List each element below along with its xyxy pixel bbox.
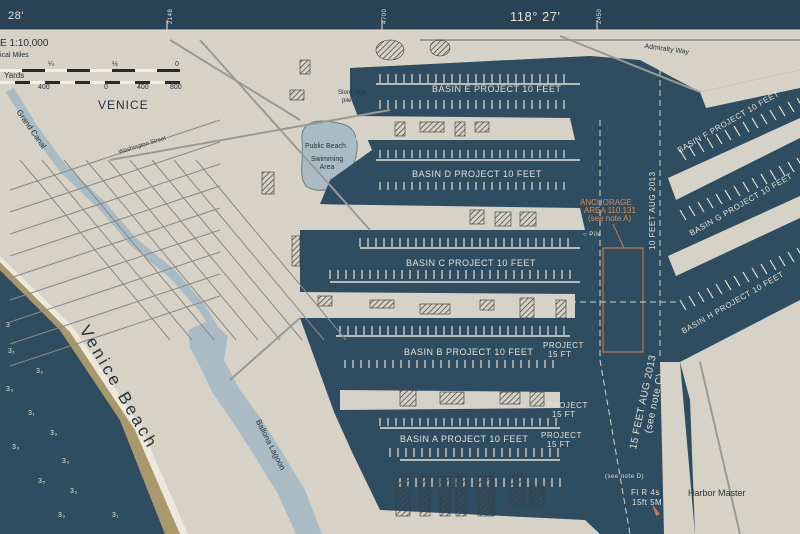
basin-e-label: BASIN E PROJECT 10 FEET — [432, 84, 562, 94]
scale-bar-segment — [135, 69, 157, 72]
building — [499, 391, 521, 405]
chart-canvas — [0, 0, 800, 534]
longitude-left-label: 28' — [8, 10, 24, 22]
scale-bar-segment — [0, 81, 15, 84]
building — [469, 209, 485, 225]
scale-bar-segment — [45, 69, 67, 72]
sounding: 3₃ — [12, 444, 20, 451]
building — [399, 389, 417, 407]
sounding: 3₁ — [8, 348, 16, 355]
building — [474, 121, 490, 133]
building — [439, 475, 451, 517]
nautical-chart: 28' 118° 27' 2148 4700 2450 E 1:10,000 i… — [0, 0, 800, 534]
building — [519, 297, 535, 319]
scale-bar-segment — [120, 81, 135, 84]
scale-bar-segment — [60, 81, 75, 84]
scale-yard-tick-4: 800 — [170, 84, 182, 91]
building — [519, 211, 537, 227]
light-height-range-label: 15ft 5M — [632, 498, 663, 507]
scale-yard-tick-3: 400 — [137, 84, 149, 91]
header-band — [0, 0, 800, 30]
sounding: 3₅ — [38, 478, 46, 485]
scale-nm-tick-1: ¼ — [48, 61, 54, 68]
scale-bar-segment — [150, 81, 165, 84]
scale-nm-tick-3: 0 — [175, 61, 179, 68]
scale-ratio: E 1:10,000 — [0, 38, 49, 49]
basin-b-label: BASIN B PROJECT 10 FEET — [404, 347, 534, 357]
building — [529, 485, 545, 507]
sounding: 3₁ — [28, 410, 36, 417]
building — [369, 299, 395, 309]
project-15-c-label: PROJECT — [547, 401, 588, 410]
project-15-b-depth: 15 FT — [548, 350, 572, 359]
building — [555, 299, 567, 319]
harbor-master-label: Harbor Master — [688, 488, 746, 498]
building — [419, 121, 445, 133]
sounding: 3₁ — [112, 512, 120, 519]
public-beach-label: Public Beach — [305, 143, 346, 150]
venice-label: VENICE — [98, 98, 149, 112]
building — [454, 121, 466, 137]
mole-cd — [300, 204, 585, 230]
tick-label-right: 2450 — [597, 8, 603, 24]
scale-yard-tick-2: 0 — [104, 84, 108, 91]
project-15-a-depth: 15 FT — [547, 440, 571, 449]
pile-label: ○ Pile — [583, 232, 602, 238]
building — [439, 391, 465, 405]
project-15-a-label: PROJECT — [541, 431, 582, 440]
storm-pipe-label: Storm pipe — [338, 90, 368, 96]
sounding: 3₃ — [62, 458, 70, 465]
anchorage-note-label: (see note A) — [588, 214, 632, 223]
scale-bar-segment — [90, 81, 105, 84]
building — [477, 475, 495, 517]
scale-nm-tick-2: ½ — [112, 61, 118, 68]
light-characteristic-label: Fl R 4s — [631, 488, 660, 497]
scale-yards-label: Yards — [4, 71, 25, 80]
building — [395, 475, 411, 517]
building — [419, 475, 431, 517]
sounding: 3₂ — [36, 368, 44, 375]
building — [261, 171, 275, 195]
basin-a-label: BASIN A PROJECT 10 FEET — [400, 434, 529, 444]
tick-label-left: 2148 — [168, 8, 174, 24]
pile-label-top: pile — [342, 98, 352, 104]
sounding: 3₃ — [58, 512, 66, 519]
scale-bar-segment — [90, 69, 112, 72]
basin-d-label: BASIN D PROJECT 10 FEET — [412, 169, 542, 179]
see-note-d-label: (see note D) — [605, 474, 645, 480]
building — [479, 299, 495, 311]
building — [299, 59, 311, 75]
mole-de — [356, 116, 575, 140]
sounding: 3 — [6, 322, 11, 329]
basin-c-label: BASIN C PROJECT 10 FEET — [406, 258, 536, 268]
building — [509, 475, 525, 507]
swimming-area-label: Swimming Area — [310, 156, 344, 171]
project-15-b-label: PROJECT — [543, 341, 584, 350]
project-15-c-depth: 15 FT — [552, 410, 576, 419]
building — [419, 303, 451, 315]
building — [394, 121, 406, 137]
building — [529, 391, 545, 407]
sounding: 3₃ — [6, 386, 14, 393]
building — [289, 89, 305, 101]
sounding: 3₃ — [50, 430, 58, 437]
tick-label-mid: 4700 — [382, 8, 388, 24]
building — [455, 475, 467, 517]
scale-yard-tick-1: 400 — [38, 84, 50, 91]
building — [291, 235, 301, 267]
longitude-center-label: 118° 27' — [510, 9, 561, 24]
channel-depth-top-label: 10 FEET AUG 2013 — [648, 171, 657, 250]
building — [429, 39, 451, 57]
sounding: 3₃ — [70, 488, 78, 495]
building — [375, 39, 405, 61]
building — [317, 295, 333, 307]
scale-nm-label: ical Miles — [0, 52, 29, 59]
building — [494, 211, 512, 227]
